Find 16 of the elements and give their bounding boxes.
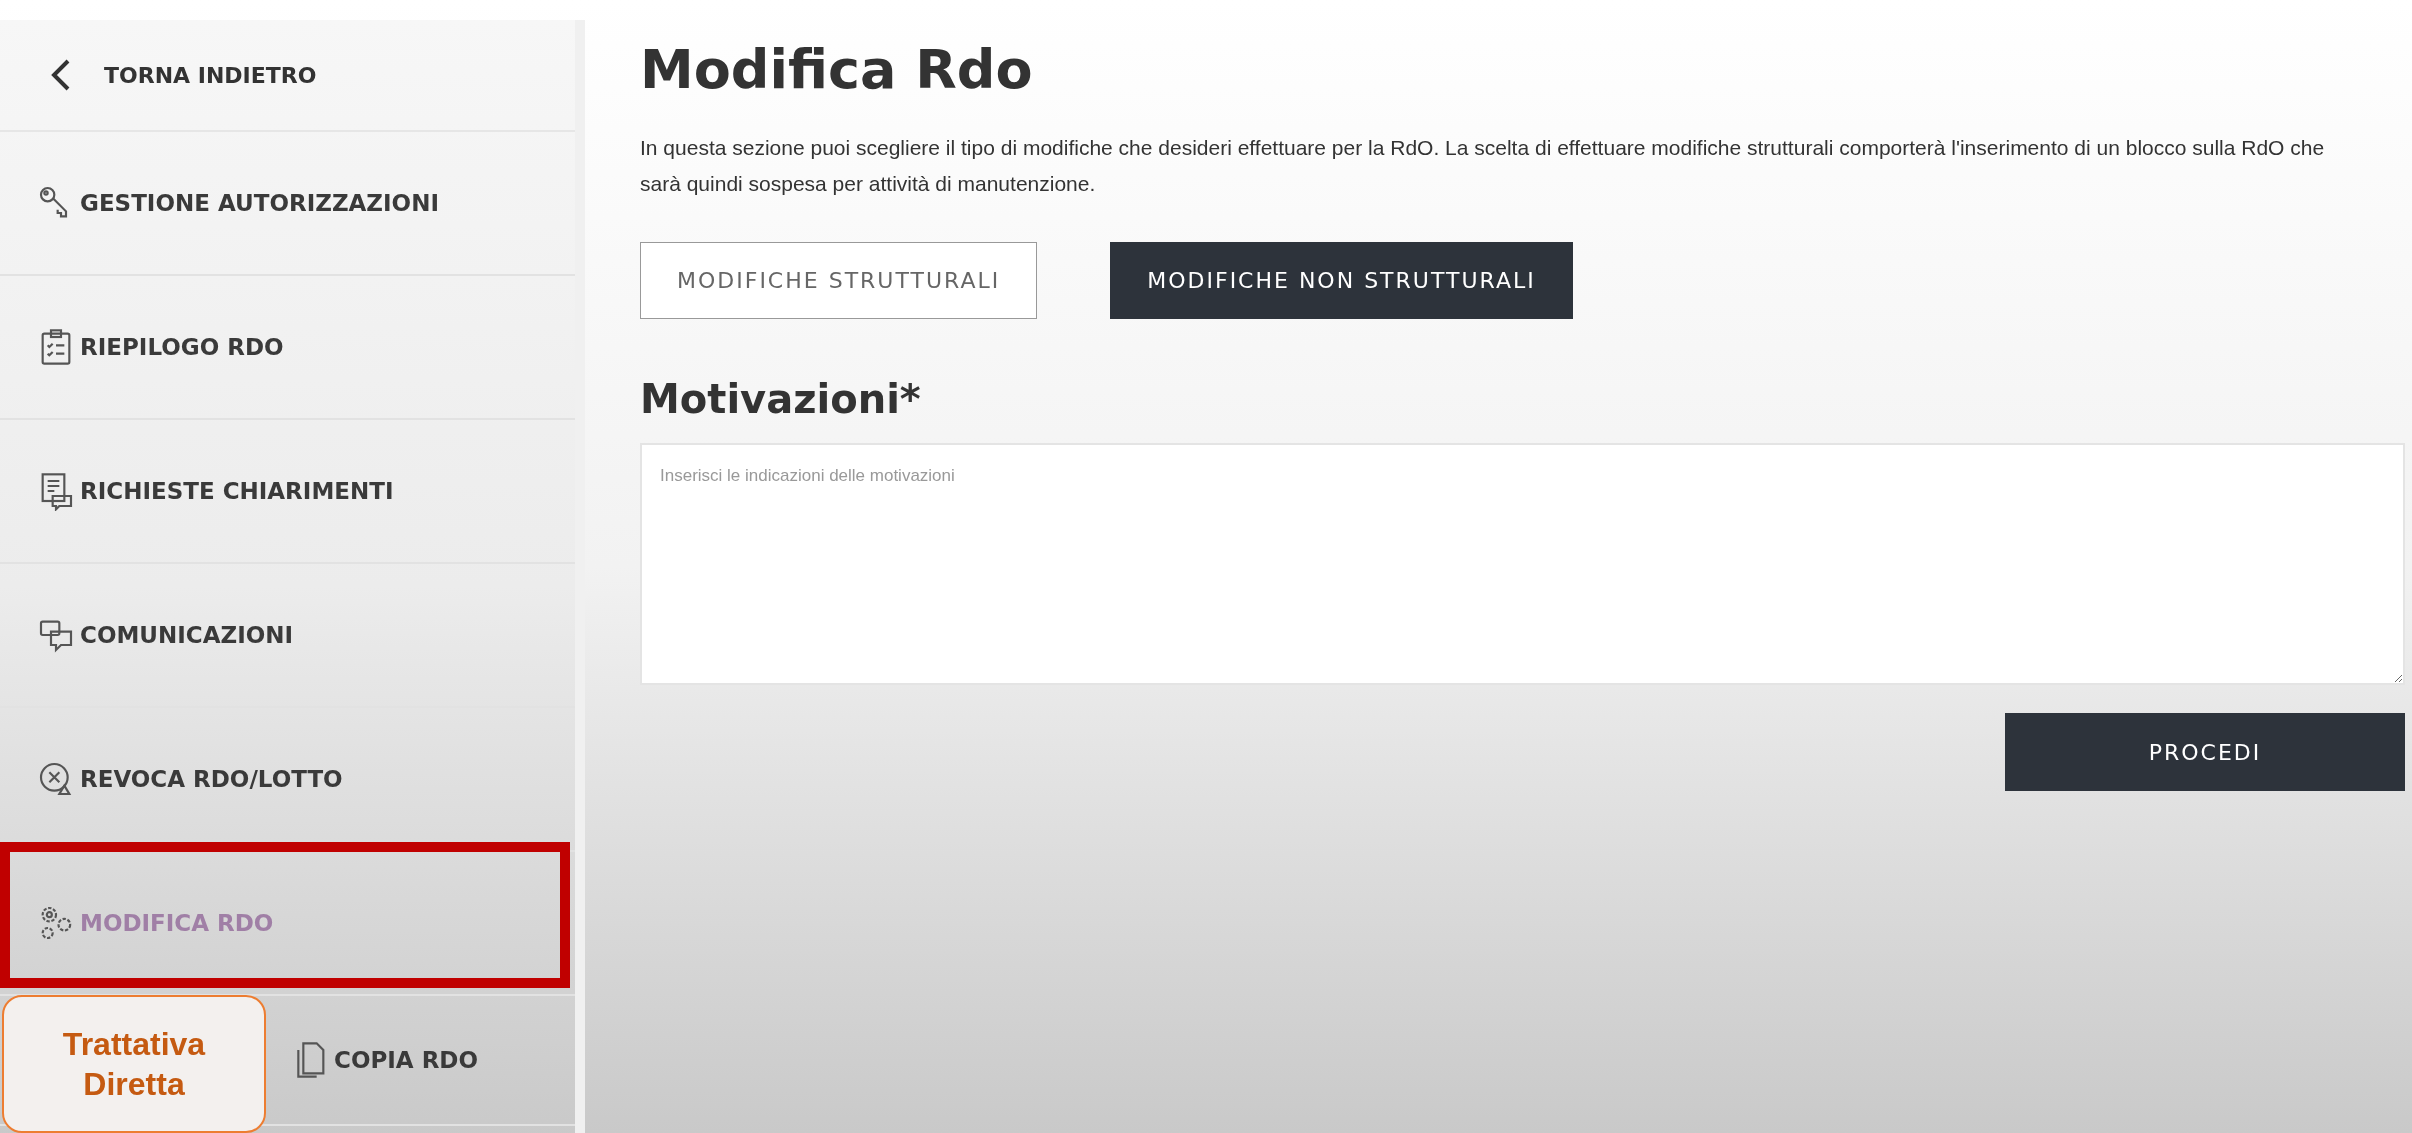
sidebar-item[interactable]: COMUNICAZIONI	[80, 617, 294, 653]
sidebar-item[interactable]: RIEPILOGO RDO	[80, 329, 284, 365]
sidebar-item[interactable]: RICHIESTE CHIARIMENTI	[80, 473, 394, 509]
chevron-left-icon	[50, 58, 72, 92]
page-title: Modifica Rdo	[640, 37, 1034, 103]
description-text: In questa sezione puoi scegliere il tipo di modifiche che desideri effettuare per la RdO. La scelta di effettuare modifiche strutturali comporterà l'inserimento di un blocco sulla RdO che sarà quindi sospesa per attività di manutenzione.	[640, 135, 2326, 197]
annotation-label: Trattativa Diretta	[2, 995, 266, 1133]
option-button[interactable]: MODIFICHE NON STRUTTURALI	[1110, 242, 1573, 319]
proceed-button[interactable]: PROCEDI	[2005, 713, 2405, 791]
option-button[interactable]: MODIFICHE STRUTTURALI	[640, 242, 1038, 319]
section-heading: Motivazioni*	[640, 375, 922, 424]
sidebar-item[interactable]: COPIA RDO	[334, 1042, 478, 1078]
sidebar-item[interactable]: REVOCA RDO/LOTTO	[80, 761, 343, 797]
back-link[interactable]: TORNA INDIETRO	[0, 20, 575, 132]
sidebar-item[interactable]: GESTIONE AUTORIZZAZIONI	[80, 185, 439, 221]
reasons-field[interactable]: Inserisci le indicazioni delle motivazioni	[640, 443, 2405, 685]
